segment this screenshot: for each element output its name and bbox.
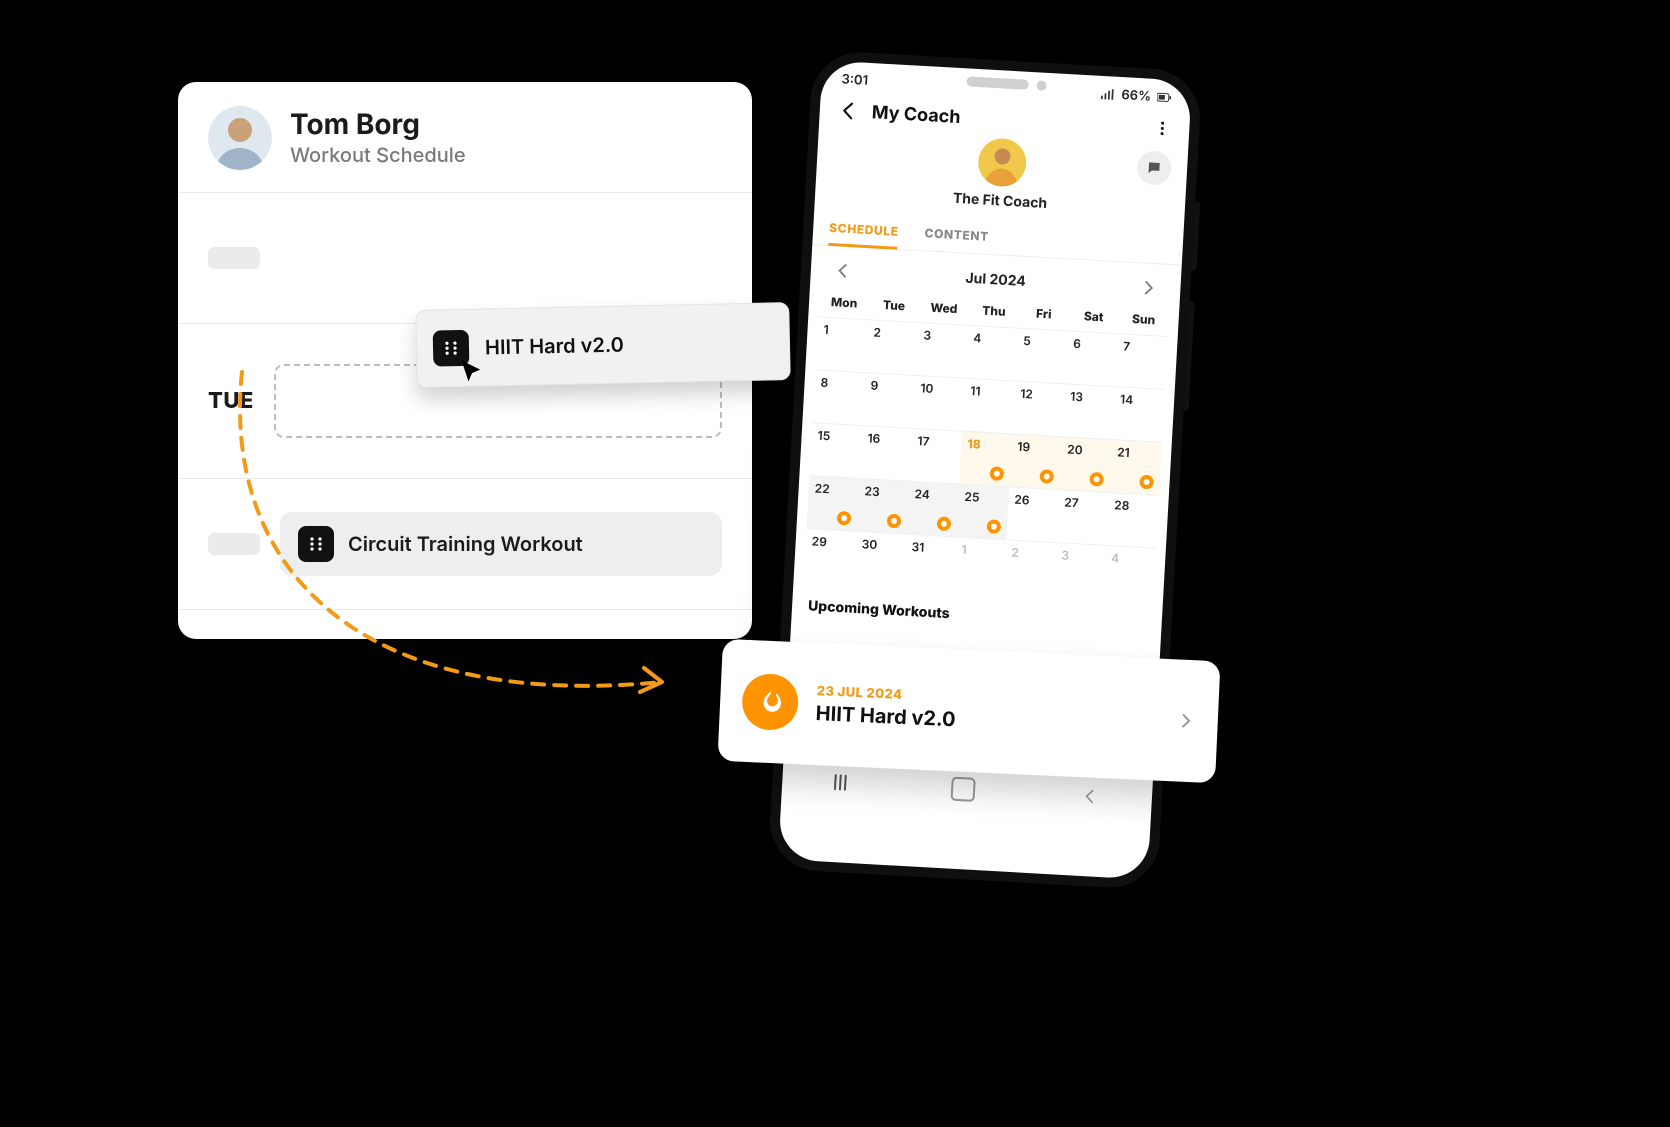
calendar-cell[interactable]: 18 bbox=[959, 431, 1012, 487]
calendar-dow: Fri bbox=[1018, 299, 1070, 331]
calendar-cell[interactable]: 13 bbox=[1062, 383, 1115, 439]
signal-icon bbox=[1101, 88, 1116, 101]
calendar-dow: Tue bbox=[868, 290, 920, 322]
calendar-cell[interactable]: 24 bbox=[906, 481, 959, 537]
chevron-right-icon[interactable] bbox=[1138, 277, 1159, 298]
day-placeholder bbox=[208, 247, 260, 269]
dragging-workout-name: HIIT Hard v2.0 bbox=[485, 333, 624, 360]
camera-cutout bbox=[966, 76, 1046, 90]
calendar-cell[interactable]: 3 bbox=[1053, 542, 1106, 598]
day-placeholder bbox=[208, 533, 260, 555]
calendar-cell[interactable]: 2 bbox=[1003, 539, 1056, 595]
calendar-cell[interactable]: 23 bbox=[856, 478, 909, 534]
calendar-cell[interactable]: 30 bbox=[853, 531, 906, 587]
calendar-event-dot-icon bbox=[986, 519, 1001, 534]
drag-handle-icon[interactable] bbox=[298, 526, 334, 562]
back-icon[interactable] bbox=[837, 99, 860, 122]
status-time: 3:01 bbox=[841, 71, 868, 88]
coach-avatar[interactable] bbox=[977, 137, 1028, 188]
workout-name: Circuit Training Workout bbox=[348, 532, 583, 556]
calendar-event-dot-icon bbox=[887, 514, 902, 529]
chat-icon bbox=[1146, 160, 1163, 177]
schedule-row: Circuit Training Workout bbox=[178, 479, 752, 610]
calendar-dow: Sun bbox=[1118, 304, 1170, 336]
calendar-event-dot-icon bbox=[837, 511, 852, 526]
calendar-dow: Mon bbox=[818, 288, 870, 320]
calendar-event-dot-icon bbox=[989, 466, 1004, 481]
calendar-dow: Thu bbox=[968, 296, 1020, 328]
calendar-cell[interactable]: 27 bbox=[1056, 489, 1109, 545]
user-name: Tom Borg bbox=[290, 109, 466, 140]
calendar-cell[interactable]: 16 bbox=[859, 425, 912, 481]
calendar-cell[interactable]: 15 bbox=[809, 422, 862, 478]
calendar-cell[interactable]: 29 bbox=[804, 528, 857, 584]
featured-upcoming-card[interactable]: 23 JUL 2024 HIIT Hard v2.0 bbox=[717, 639, 1220, 783]
nav-back-icon[interactable] bbox=[1079, 786, 1100, 807]
calendar-cell[interactable]: 2 bbox=[865, 319, 918, 375]
calendar-cell[interactable]: 11 bbox=[962, 378, 1015, 434]
calendar: MonTueWedThuFriSatSun 123456789101112131… bbox=[793, 287, 1179, 607]
status-battery: 66% bbox=[1121, 87, 1152, 105]
battery-icon bbox=[1157, 91, 1172, 104]
kebab-menu-icon[interactable] bbox=[1153, 119, 1172, 138]
calendar-cell[interactable]: 20 bbox=[1059, 436, 1112, 492]
calendar-cell[interactable]: 5 bbox=[1015, 328, 1068, 384]
calendar-event-dot-icon bbox=[1039, 469, 1054, 484]
calendar-cell[interactable]: 28 bbox=[1106, 492, 1159, 548]
calendar-cell[interactable]: 10 bbox=[912, 375, 965, 431]
chevron-left-icon[interactable] bbox=[832, 260, 853, 281]
calendar-cell[interactable]: 6 bbox=[1065, 330, 1118, 386]
day-label: TUE bbox=[208, 388, 254, 414]
calendar-event-dot-icon bbox=[1139, 475, 1154, 490]
panel-header: Tom Borg Workout Schedule bbox=[178, 82, 752, 193]
chat-button[interactable] bbox=[1136, 150, 1172, 186]
calendar-cell[interactable]: 21 bbox=[1109, 439, 1162, 495]
calendar-cell[interactable]: 1 bbox=[815, 316, 868, 372]
calendar-event-dot-icon bbox=[937, 516, 952, 531]
calendar-cell[interactable]: 22 bbox=[806, 475, 859, 531]
calendar-month-label: Jul 2024 bbox=[965, 269, 1026, 289]
calendar-cell[interactable]: 3 bbox=[915, 322, 968, 378]
calendar-cell[interactable]: 9 bbox=[862, 372, 915, 428]
nav-home-icon[interactable] bbox=[950, 777, 975, 802]
calendar-dow: Wed bbox=[918, 293, 970, 325]
calendar-cell[interactable]: 14 bbox=[1112, 386, 1165, 442]
calendar-cell[interactable]: 7 bbox=[1115, 333, 1168, 389]
calendar-cell[interactable]: 12 bbox=[1012, 381, 1065, 437]
fire-icon bbox=[741, 673, 799, 731]
calendar-cell[interactable]: 26 bbox=[1006, 486, 1059, 542]
calendar-cell[interactable]: 8 bbox=[812, 369, 865, 425]
schedule-row bbox=[178, 610, 752, 639]
cursor-icon bbox=[458, 358, 486, 386]
calendar-cell[interactable]: 4 bbox=[1103, 545, 1156, 601]
workout-card[interactable]: Circuit Training Workout bbox=[280, 512, 722, 576]
user-avatar[interactable] bbox=[208, 106, 272, 170]
calendar-cell[interactable]: 17 bbox=[909, 428, 962, 484]
calendar-cell[interactable]: 1 bbox=[953, 536, 1006, 592]
calendar-cell[interactable]: 4 bbox=[965, 325, 1018, 381]
calendar-dow: Sat bbox=[1068, 301, 1120, 333]
panel-subtitle: Workout Schedule bbox=[290, 143, 466, 167]
tab-content[interactable]: CONTENT bbox=[924, 215, 990, 254]
nav-recents-icon[interactable] bbox=[834, 774, 847, 791]
calendar-event-dot-icon bbox=[1089, 472, 1104, 487]
calendar-cell[interactable]: 19 bbox=[1009, 433, 1062, 489]
tab-schedule[interactable]: SCHEDULE bbox=[828, 210, 899, 249]
chevron-right-icon bbox=[1175, 710, 1196, 731]
calendar-cell[interactable]: 25 bbox=[956, 484, 1009, 540]
calendar-cell[interactable]: 31 bbox=[903, 534, 956, 590]
screen-title: My Coach bbox=[871, 102, 961, 128]
